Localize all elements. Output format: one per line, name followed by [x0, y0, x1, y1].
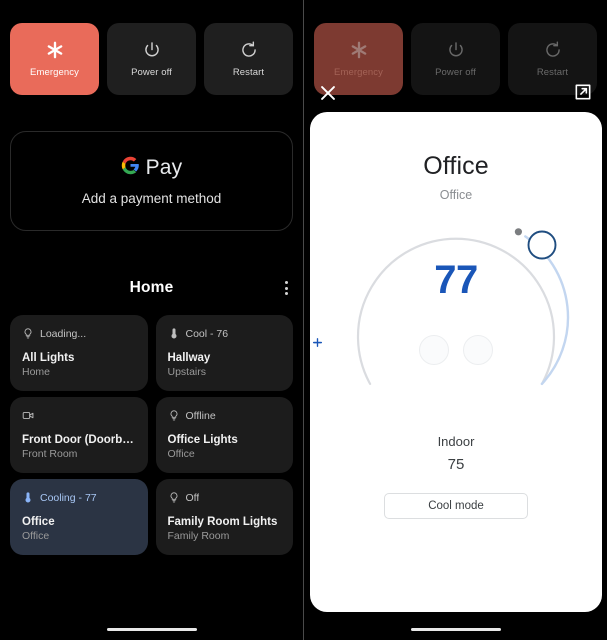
google-g-icon [121, 156, 140, 180]
tile-room-name: Front Room [22, 448, 78, 460]
home-header: Home [0, 275, 303, 301]
thermometer-icon [168, 327, 180, 340]
restart-button-label: Restart [536, 67, 569, 78]
cool-mode-button[interactable]: Cool mode [384, 493, 528, 519]
tile-status-row: Off [168, 490, 282, 505]
tile-status-label: Offline [185, 409, 216, 422]
power-off-button[interactable]: Power off [107, 23, 196, 95]
emergency-asterisk-icon [45, 40, 65, 60]
temperature-steppers [310, 335, 602, 365]
emergency-button[interactable]: Emergency [10, 23, 99, 95]
tile-room-name: Family Room [167, 530, 230, 542]
device-tile[interactable]: Cool - 76 Hallway Upstairs [155, 315, 293, 391]
tile-status-row: Offline [168, 408, 282, 423]
thermostat-title: Office [423, 152, 489, 180]
emergency-button-label: Emergency [30, 67, 79, 78]
tile-device-name: Hallway [167, 352, 211, 364]
tile-device-name: All Lights [22, 352, 75, 364]
kebab-menu-icon[interactable] [282, 278, 291, 298]
device-tile[interactable]: Off Family Room Lights Family Room [155, 479, 293, 555]
thermostat-dial[interactable]: 77 [310, 210, 602, 420]
device-tile[interactable]: Offline Office Lights Office [155, 397, 293, 473]
tile-status-row: Loading... [22, 326, 136, 341]
tile-room-name: Upstairs [167, 366, 207, 378]
tile-device-name: Office [22, 516, 55, 528]
setpoint-handle [527, 230, 557, 260]
power-off-button-label: Power off [435, 67, 476, 78]
emergency-button-label: Emergency [334, 67, 383, 78]
power-icon [142, 40, 162, 60]
restart-icon [543, 40, 563, 60]
tile-status-label: Loading... [40, 327, 87, 340]
close-x-icon[interactable] [317, 82, 339, 104]
tile-status-label: Cool - 76 [185, 327, 229, 340]
increase-temperature-button[interactable] [313, 335, 493, 365]
restart-button-label: Restart [232, 67, 265, 78]
power-off-button-label: Power off [131, 67, 172, 78]
decrease-temperature-button[interactable] [313, 335, 449, 365]
power-off-button-dimmed[interactable]: Power off [411, 23, 500, 95]
lightbulb-icon [168, 409, 180, 422]
tile-device-name: Family Room Lights [167, 516, 278, 528]
power-icon [446, 40, 466, 60]
home-gesture-bar [106, 628, 197, 631]
tile-device-name: Front Door (Doorbell) [22, 434, 136, 446]
tile-status-label: Off [185, 491, 200, 504]
device-tile[interactable]: Loading... All Lights Home [10, 315, 148, 391]
indoor-label: Indoor [437, 434, 475, 449]
target-temperature: 77 [434, 258, 478, 302]
tile-status-row: Cooling - 77 [22, 490, 136, 505]
indoor-temperature-value: 75 [447, 456, 465, 473]
pay-wordmark: Pay [145, 156, 183, 179]
tile-status-row: Cool - 76 [168, 326, 282, 341]
power-menu-row-dimmed: Emergency Power off Restart [314, 23, 597, 95]
lightbulb-icon [22, 327, 34, 340]
page-title: Home [129, 279, 174, 296]
lightbulb-icon [168, 491, 180, 504]
google-pay-logo: Pay [121, 156, 183, 180]
indoor-marker-dot [514, 228, 522, 236]
device-tile[interactable]: Front Door (Doorbell) Front Room [10, 397, 148, 473]
thermometer-icon [22, 491, 34, 504]
google-pay-card[interactable]: Pay Add a payment method [10, 131, 293, 231]
gesture-strip-background [304, 614, 607, 640]
left-panel: Emergency Power off Restart Pay Add a pa… [0, 0, 303, 640]
tile-device-name: Office Lights [167, 434, 238, 446]
add-payment-method-label: Add a payment method [81, 191, 222, 206]
emergency-asterisk-icon [349, 40, 369, 60]
tile-room-name: Office [167, 448, 195, 460]
thermostat-subtitle: Office [439, 188, 473, 202]
tile-status-row [22, 408, 136, 423]
videocam-icon [22, 409, 34, 422]
right-panel: Emergency Power off Restart Office Offic… [303, 0, 607, 640]
split-screen-root: Emergency Power off Restart Pay Add a pa… [0, 0, 607, 640]
thermostat-sheet: Office Office 77 Indoor 75 Cool mode [310, 112, 602, 612]
tile-status-label: Cooling - 77 [40, 491, 97, 504]
device-tile-grid: Loading... All Lights Home Cool - 76 Hallwa… [10, 315, 293, 555]
home-gesture-bar [410, 628, 501, 631]
tile-room-name: Office [22, 530, 50, 542]
open-in-new-icon[interactable] [573, 82, 595, 104]
power-menu-row: Emergency Power off Restart [10, 23, 293, 95]
device-tile[interactable]: Cooling - 77 Office Office [10, 479, 148, 555]
restart-icon [239, 40, 259, 60]
restart-button[interactable]: Restart [204, 23, 293, 95]
tile-room-name: Home [22, 366, 51, 378]
